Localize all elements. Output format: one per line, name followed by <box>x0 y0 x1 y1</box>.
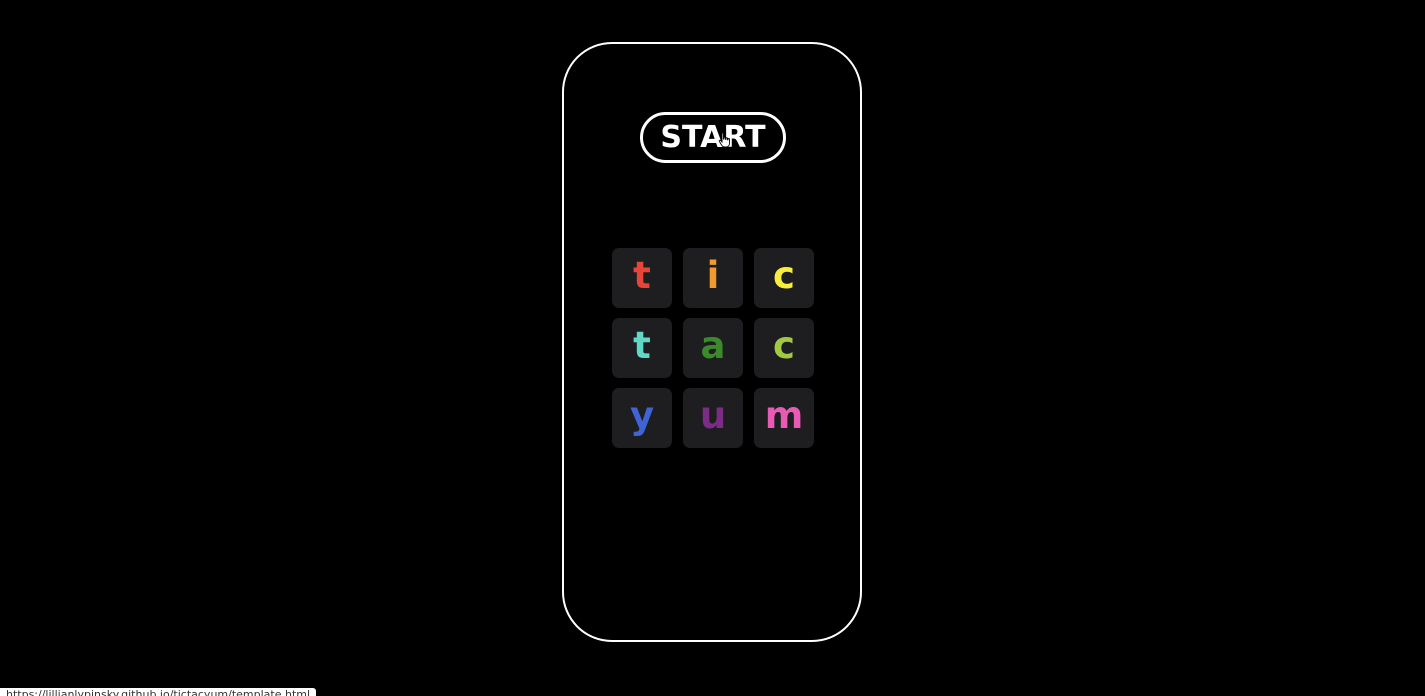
board-tile[interactable]: y <box>612 388 672 448</box>
board-tile[interactable]: t <box>612 248 672 308</box>
board-tile[interactable]: c <box>754 248 814 308</box>
board-tile[interactable]: u <box>683 388 743 448</box>
board-tile[interactable]: m <box>754 388 814 448</box>
board-tile[interactable]: t <box>612 318 672 378</box>
link-status-bar: https://lillianlypinsky.github.io/tictac… <box>0 688 317 696</box>
board-tile[interactable]: i <box>683 248 743 308</box>
tile-board: tic tac yum <box>612 248 816 450</box>
start-button[interactable]: START <box>640 112 786 163</box>
phone-frame: START tic tac yum <box>562 42 862 642</box>
board-tile[interactable]: c <box>754 318 814 378</box>
game-page: START tic tac yum https://lillianlypinsky.… <box>0 0 1425 696</box>
board-tile[interactable]: a <box>683 318 743 378</box>
